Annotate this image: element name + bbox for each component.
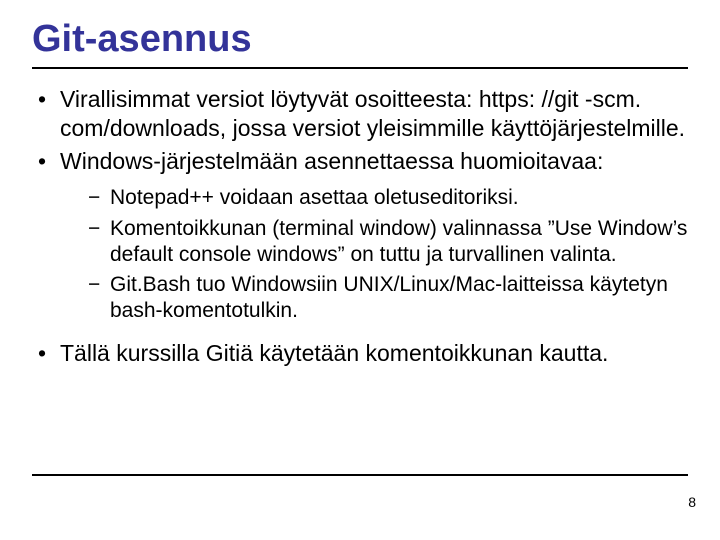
slide-content: Virallisimmat versiot löytyvät osoittees…: [32, 85, 688, 367]
bullet-text: Virallisimmat versiot löytyvät osoittees…: [60, 86, 685, 141]
bullet-text: Windows-järjestelmään asennettaessa huom…: [60, 148, 603, 174]
sub-bullet-item: Git.Bash tuo Windowsiin UNIX/Linux/Mac-l…: [88, 272, 688, 325]
sub-bullet-item: Notepad++ voidaan asettaa oletuseditorik…: [88, 185, 688, 211]
bullet-item: Windows-järjestelmään asennettaessa huom…: [32, 147, 688, 325]
sub-bullet-item: Komentoikkunan (terminal window) valinna…: [88, 216, 688, 269]
sub-bullet-text: Komentoikkunan (terminal window) valinna…: [110, 217, 687, 266]
sub-bullet-text: Notepad++ voidaan asettaa oletuseditorik…: [110, 186, 519, 209]
bullet-item: Tällä kurssilla Gitiä käytetään komentoi…: [32, 339, 688, 368]
page-number: 8: [688, 494, 696, 510]
bullet-list: Tällä kurssilla Gitiä käytetään komentoi…: [32, 339, 688, 368]
sub-bullet-list: Notepad++ voidaan asettaa oletuseditorik…: [60, 185, 688, 324]
bullet-list: Virallisimmat versiot löytyvät osoittees…: [32, 85, 688, 325]
footer-divider: [32, 474, 688, 476]
bullet-text: Tällä kurssilla Gitiä käytetään komentoi…: [60, 340, 608, 366]
slide: Git-asennus Virallisimmat versiot löytyv…: [0, 0, 720, 540]
slide-title: Git-asennus: [32, 18, 688, 69]
sub-bullet-text: Git.Bash tuo Windowsiin UNIX/Linux/Mac-l…: [110, 273, 668, 322]
bullet-item: Virallisimmat versiot löytyvät osoittees…: [32, 85, 688, 143]
